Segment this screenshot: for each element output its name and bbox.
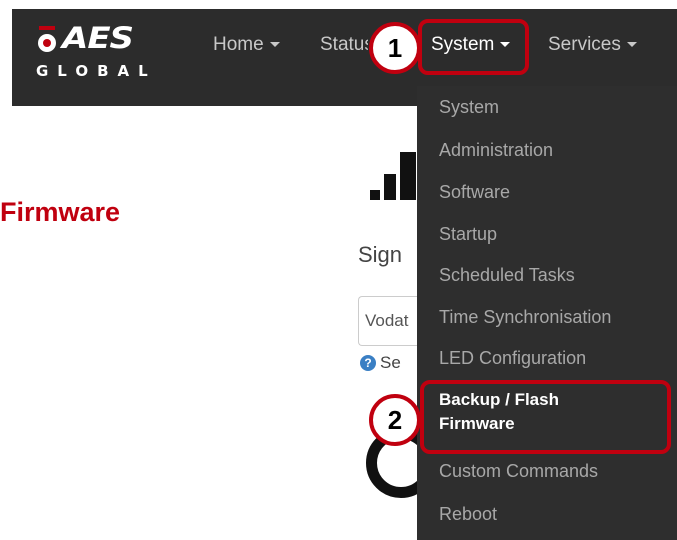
chevron-down-icon <box>626 42 637 48</box>
help-row: ? Se <box>360 353 420 375</box>
nav-home[interactable]: Home <box>213 34 280 56</box>
signal-heading: Sign <box>358 242 403 267</box>
menu-item-administration[interactable]: Administration <box>439 140 553 161</box>
firmware-heading: Firmware <box>0 197 121 227</box>
system-dropdown-menu: System Administration Software Startup S… <box>417 86 677 540</box>
top-strip <box>0 0 677 9</box>
menu-item-custom-commands[interactable]: Custom Commands <box>439 461 598 482</box>
menu-item-scheduled-tasks[interactable]: Scheduled Tasks <box>439 265 575 286</box>
help-icon[interactable]: ? <box>360 355 376 371</box>
network-select-value: Vodat <box>365 311 409 330</box>
logo-text: AES <box>62 21 134 56</box>
step-2-badge: 2 <box>369 394 421 446</box>
menu-item-led-configuration[interactable]: LED Configuration <box>439 348 586 369</box>
system-highlight-box <box>418 19 529 75</box>
logo-subtext: GLOBAL <box>36 62 157 80</box>
logo-emblem-icon <box>38 26 56 52</box>
menu-item-system[interactable]: System <box>439 97 499 118</box>
help-text: Se <box>380 353 401 372</box>
menu-item-software[interactable]: Software <box>439 182 510 203</box>
signal-strength-icon <box>370 152 420 200</box>
step-1-badge: 1 <box>369 22 421 74</box>
nav-services-label: Services <box>548 34 621 55</box>
backup-highlight-box <box>420 380 671 454</box>
nav-services[interactable]: Services <box>548 34 637 56</box>
nav-status-label: Status <box>320 34 368 55</box>
menu-item-startup[interactable]: Startup <box>439 224 497 245</box>
nav-home-label: Home <box>213 34 264 55</box>
menu-item-reboot[interactable]: Reboot <box>439 504 497 525</box>
nav-status[interactable]: Status <box>320 34 368 56</box>
chevron-down-icon <box>269 42 280 48</box>
brand-logo[interactable]: AES GLOBAL <box>26 20 176 90</box>
menu-item-time-synchronisation[interactable]: Time Synchronisation <box>439 307 611 328</box>
